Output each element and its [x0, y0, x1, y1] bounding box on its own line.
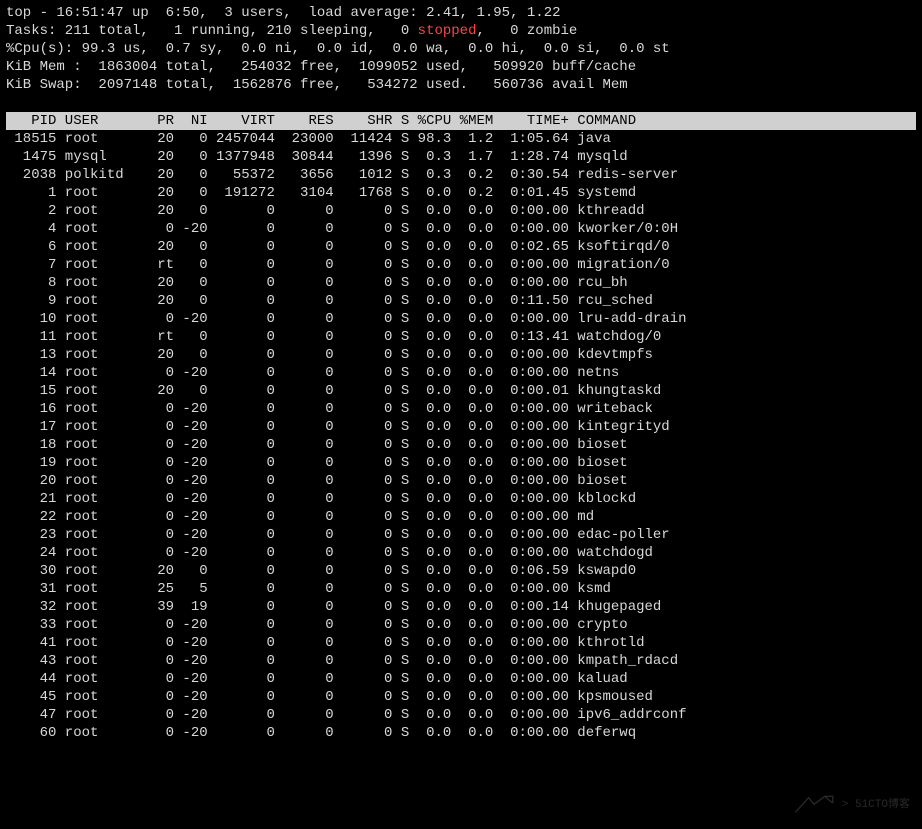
process-row[interactable]: 13 root 20 0 0 0 0 S 0.0 0.0 0:00.00 kde…: [6, 346, 916, 364]
process-row[interactable]: 60 root 0 -20 0 0 0 S 0.0 0.0 0:00.00 de…: [6, 724, 916, 742]
process-row[interactable]: 21 root 0 -20 0 0 0 S 0.0 0.0 0:00.00 kb…: [6, 490, 916, 508]
summary-line-uptime: top - 16:51:47 up 6:50, 3 users, load av…: [6, 4, 916, 22]
process-row[interactable]: 18 root 0 -20 0 0 0 S 0.0 0.0 0:00.00 bi…: [6, 436, 916, 454]
watermark: > 51CTO博客: [792, 795, 910, 815]
watermark-logo-icon: [792, 795, 836, 815]
process-row[interactable]: 15 root 20 0 0 0 0 S 0.0 0.0 0:00.01 khu…: [6, 382, 916, 400]
process-row[interactable]: 32 root 39 19 0 0 0 S 0.0 0.0 0:00.14 kh…: [6, 598, 916, 616]
process-row[interactable]: 43 root 0 -20 0 0 0 S 0.0 0.0 0:00.00 km…: [6, 652, 916, 670]
process-row[interactable]: 8 root 20 0 0 0 0 S 0.0 0.0 0:00.00 rcu_…: [6, 274, 916, 292]
process-row[interactable]: 2038 polkitd 20 0 55372 3656 1012 S 0.3 …: [6, 166, 916, 184]
process-row[interactable]: 18515 root 20 0 2457044 23000 11424 S 98…: [6, 130, 916, 148]
process-row[interactable]: 4 root 0 -20 0 0 0 S 0.0 0.0 0:00.00 kwo…: [6, 220, 916, 238]
tasks-b: , 0 zombie: [476, 23, 577, 39]
process-row[interactable]: 30 root 20 0 0 0 0 S 0.0 0.0 0:06.59 ksw…: [6, 562, 916, 580]
process-row[interactable]: 24 root 0 -20 0 0 0 S 0.0 0.0 0:00.00 wa…: [6, 544, 916, 562]
process-row[interactable]: 47 root 0 -20 0 0 0 S 0.0 0.0 0:00.00 ip…: [6, 706, 916, 724]
summary-line-cpu: %Cpu(s): 99.3 us, 0.7 sy, 0.0 ni, 0.0 id…: [6, 40, 916, 58]
tasks-a: Tasks: 211 total, 1 running, 210 sleepin…: [6, 23, 418, 39]
process-row[interactable]: 7 root rt 0 0 0 0 S 0.0 0.0 0:00.00 migr…: [6, 256, 916, 274]
process-row[interactable]: 1 root 20 0 191272 3104 1768 S 0.0 0.2 0…: [6, 184, 916, 202]
process-row[interactable]: 11 root rt 0 0 0 0 S 0.0 0.0 0:13.41 wat…: [6, 328, 916, 346]
summary-line-swap: KiB Swap: 2097148 total, 1562876 free, 5…: [6, 76, 916, 94]
process-row[interactable]: 23 root 0 -20 0 0 0 S 0.0 0.0 0:00.00 ed…: [6, 526, 916, 544]
process-row[interactable]: 45 root 0 -20 0 0 0 S 0.0 0.0 0:00.00 kp…: [6, 688, 916, 706]
process-row[interactable]: 19 root 0 -20 0 0 0 S 0.0 0.0 0:00.00 bi…: [6, 454, 916, 472]
process-row[interactable]: 9 root 20 0 0 0 0 S 0.0 0.0 0:11.50 rcu_…: [6, 292, 916, 310]
tasks-stopped: stopped: [418, 23, 477, 39]
watermark-text: > 51CTO博客: [842, 796, 910, 814]
process-row[interactable]: 14 root 0 -20 0 0 0 S 0.0 0.0 0:00.00 ne…: [6, 364, 916, 382]
process-row[interactable]: 22 root 0 -20 0 0 0 S 0.0 0.0 0:00.00 md: [6, 508, 916, 526]
process-row[interactable]: 41 root 0 -20 0 0 0 S 0.0 0.0 0:00.00 kt…: [6, 634, 916, 652]
summary-line-tasks: Tasks: 211 total, 1 running, 210 sleepin…: [6, 22, 916, 40]
process-row[interactable]: 20 root 0 -20 0 0 0 S 0.0 0.0 0:00.00 bi…: [6, 472, 916, 490]
process-row[interactable]: 33 root 0 -20 0 0 0 S 0.0 0.0 0:00.00 cr…: [6, 616, 916, 634]
process-list[interactable]: 18515 root 20 0 2457044 23000 11424 S 98…: [6, 130, 916, 742]
column-header-row[interactable]: PID USER PR NI VIRT RES SHR S %CPU %MEM …: [6, 112, 916, 130]
terminal-window[interactable]: top - 16:51:47 up 6:50, 3 users, load av…: [0, 0, 922, 829]
process-row[interactable]: 31 root 25 5 0 0 0 S 0.0 0.0 0:00.00 ksm…: [6, 580, 916, 598]
process-row[interactable]: 6 root 20 0 0 0 0 S 0.0 0.0 0:02.65 ksof…: [6, 238, 916, 256]
process-row[interactable]: 16 root 0 -20 0 0 0 S 0.0 0.0 0:00.00 wr…: [6, 400, 916, 418]
summary-line-mem: KiB Mem : 1863004 total, 254032 free, 10…: [6, 58, 916, 76]
process-row[interactable]: 10 root 0 -20 0 0 0 S 0.0 0.0 0:00.00 lr…: [6, 310, 916, 328]
process-row[interactable]: 1475 mysql 20 0 1377948 30844 1396 S 0.3…: [6, 148, 916, 166]
blank-line: [6, 94, 916, 112]
process-row[interactable]: 2 root 20 0 0 0 0 S 0.0 0.0 0:00.00 kthr…: [6, 202, 916, 220]
process-row[interactable]: 44 root 0 -20 0 0 0 S 0.0 0.0 0:00.00 ka…: [6, 670, 916, 688]
process-row[interactable]: 17 root 0 -20 0 0 0 S 0.0 0.0 0:00.00 ki…: [6, 418, 916, 436]
